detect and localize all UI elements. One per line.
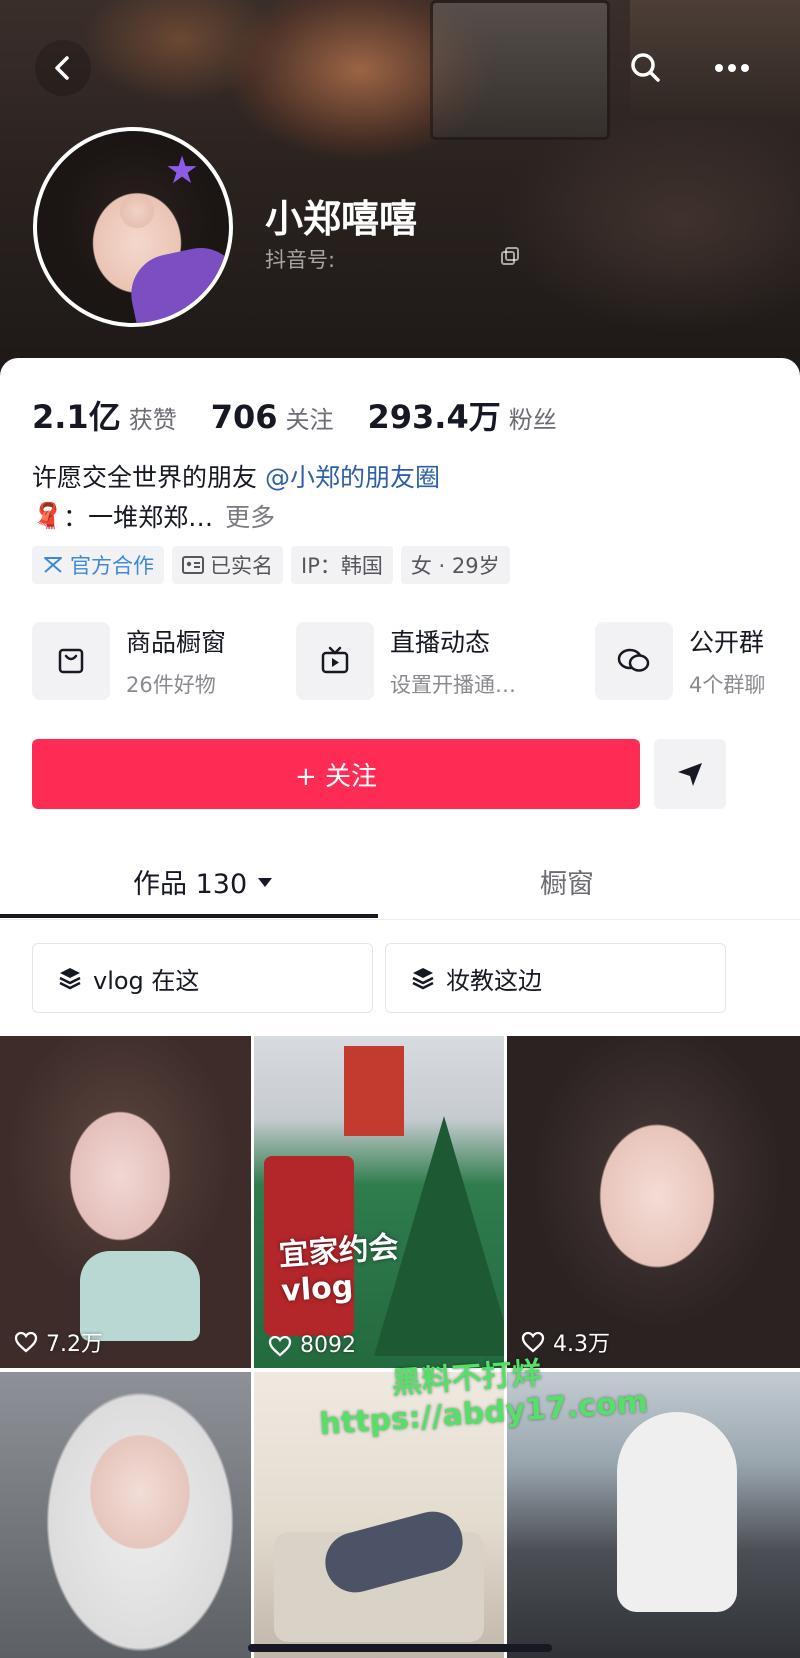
- cover-car-window: [430, 0, 610, 140]
- back-arrow-icon: [55, 56, 69, 80]
- official-partner-icon: [44, 557, 62, 573]
- star-hairclip-icon: ★: [165, 148, 200, 192]
- collections-row: vlog 在这 妆教这边: [32, 943, 726, 1013]
- video-likes: 7.2万: [14, 1326, 103, 1358]
- feature-public-groups[interactable]: 公开群 4个群聊: [595, 622, 765, 700]
- active-tab-indicator: [0, 914, 378, 918]
- content-tabs: 作品 130 橱窗: [0, 844, 800, 920]
- video-title-overlay: 宜家约会 vlog: [277, 1229, 400, 1310]
- video-likes: 8092: [268, 1333, 356, 1358]
- username: 小郑嘻嘻: [265, 197, 418, 241]
- tab-works-label: 作品 130: [133, 869, 248, 900]
- heart-icon: [268, 1335, 292, 1357]
- heart-icon: [521, 1331, 545, 1353]
- share-button[interactable]: [654, 739, 726, 809]
- shopping-bag-icon: [58, 648, 84, 674]
- back-button[interactable]: [35, 40, 91, 96]
- tag-label: 官方合作: [70, 554, 154, 578]
- bio-line-1: 许愿交全世界的朋友 @小郑的朋友圈: [32, 458, 440, 494]
- stack-icon: [412, 968, 434, 990]
- copy-id-button[interactable]: [500, 246, 520, 270]
- caret-down-icon: [258, 877, 273, 887]
- douyin-id-label: 抖音号:: [265, 248, 336, 272]
- more-dots-icon: [715, 64, 749, 72]
- tab-shop-label: 橱窗: [540, 869, 594, 900]
- likes-label: 获赞: [128, 406, 177, 434]
- feature-subtitle: 4个群聊: [689, 673, 766, 697]
- send-icon: [678, 763, 702, 786]
- avatar-purple-glove: [123, 240, 229, 323]
- home-indicator[interactable]: [248, 1644, 552, 1652]
- video-thumbnail[interactable]: [0, 1372, 251, 1658]
- id-card-icon: [182, 556, 204, 574]
- feature-live-updates[interactable]: 直播动态 设置开播通…: [296, 622, 516, 700]
- followers-label[interactable]: 粉丝: [509, 400, 557, 435]
- bio-mention-link[interactable]: @小郑的朋友圈: [265, 463, 440, 492]
- video-thumbnail[interactable]: 宜家约会 vlog 8092: [254, 1036, 504, 1368]
- profile-stats: 2.1亿 获赞 706 关注 293.4万 粉丝: [32, 392, 591, 438]
- tag-ip-location: IP：韩国: [291, 546, 393, 584]
- profile-tags: 官方合作 已实名 IP：韩国 女 · 29岁: [32, 546, 510, 584]
- tab-works[interactable]: 作品 130: [133, 862, 273, 901]
- tag-label: IP：韩国: [301, 554, 383, 578]
- copy-icon: [501, 247, 519, 265]
- followers-count[interactable]: 293.4万: [368, 392, 501, 438]
- tag-official-partner[interactable]: 官方合作: [32, 546, 164, 584]
- more-options-button[interactable]: [704, 40, 760, 96]
- collection-label: 妆教这边: [446, 966, 542, 995]
- collection-label: vlog 在这: [93, 966, 200, 995]
- likes-count: 8092: [300, 1333, 356, 1358]
- tag-label: 女 · 29岁: [410, 554, 500, 578]
- tag-label: 已实名: [210, 554, 273, 578]
- scarf-emoji: 🧣: [32, 501, 64, 530]
- live-tv-icon: [321, 646, 349, 674]
- follow-button[interactable]: + 关注: [32, 739, 640, 809]
- collection-vlog[interactable]: vlog 在这: [32, 943, 373, 1013]
- tag-verified-identity[interactable]: 已实名: [172, 546, 283, 584]
- tab-shop-window[interactable]: 橱窗: [540, 862, 594, 901]
- following-count[interactable]: 706: [211, 398, 278, 436]
- search-button[interactable]: [618, 40, 674, 96]
- bio-more-link[interactable]: 更多: [225, 498, 275, 534]
- heart-icon: [14, 1331, 38, 1353]
- feature-entries: 商品橱窗 26件好物 直播动态 设置开播通… 公开群 4个群聊: [32, 622, 800, 704]
- following-label[interactable]: 关注: [286, 400, 334, 435]
- feature-title: 公开群: [689, 628, 765, 657]
- video-thumbnail[interactable]: 4.3万: [507, 1036, 800, 1368]
- search-icon: [631, 53, 660, 82]
- feature-title: 直播动态: [390, 628, 491, 657]
- feature-subtitle: 26件好物: [126, 673, 216, 697]
- group-chat-icon: [617, 648, 650, 672]
- likes-count: 7.2万: [46, 1332, 103, 1357]
- stack-icon: [59, 968, 81, 990]
- collection-makeup[interactable]: 妆教这边: [385, 943, 726, 1013]
- avatar[interactable]: ★: [33, 127, 233, 327]
- bio-text: 许愿交全世界的朋友: [32, 463, 265, 492]
- video-thumbnail[interactable]: 7.2万: [0, 1036, 251, 1368]
- feature-subtitle: 设置开播通…: [390, 673, 516, 697]
- feature-title: 商品橱窗: [126, 628, 227, 657]
- tag-gender-age: 女 · 29岁: [400, 546, 510, 584]
- likes-count: 2.1亿: [32, 398, 121, 436]
- bio-line-2: 🧣 ：一堆郑郑… 更多: [32, 498, 275, 534]
- feature-shop-window[interactable]: 商品橱窗 26件好物: [32, 622, 226, 700]
- bio-text-2: ：一堆郑郑…: [63, 503, 214, 532]
